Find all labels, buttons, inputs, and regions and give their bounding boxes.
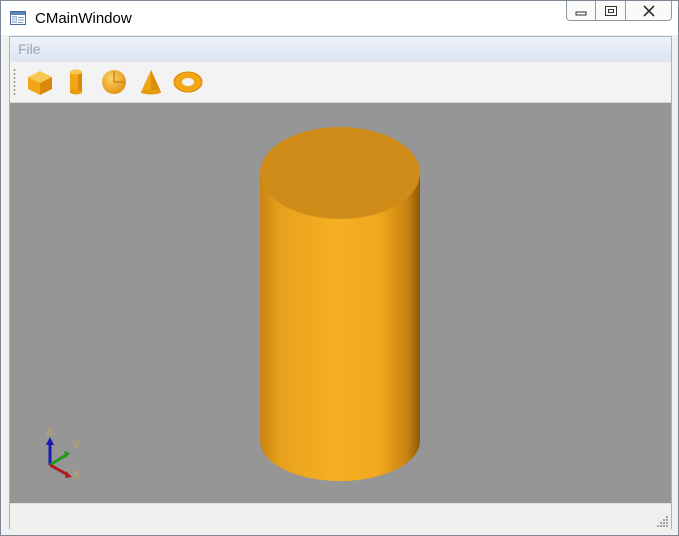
app-icon — [10, 11, 26, 25]
cylinder-button[interactable] — [60, 66, 92, 98]
title-bar[interactable]: CMainWindow — [1, 1, 678, 35]
restore-icon — [604, 5, 617, 16]
sphere-button[interactable] — [98, 66, 130, 98]
box-icon — [28, 71, 52, 95]
close-button[interactable] — [626, 1, 672, 21]
maximize-button[interactable] — [596, 1, 626, 21]
sphere-icon — [102, 70, 126, 94]
torus-button[interactable] — [172, 66, 204, 98]
minimize-icon — [575, 11, 587, 15]
menu-file[interactable]: File — [18, 41, 41, 57]
axis-label-z: Z — [46, 427, 52, 438]
toolbar — [10, 62, 671, 103]
menu-bar: File — [10, 37, 671, 62]
status-bar — [10, 503, 671, 529]
torus-icon — [173, 71, 203, 93]
axis-triad: Z Y X — [46, 427, 80, 481]
cone-icon — [141, 70, 161, 95]
box-button[interactable] — [24, 66, 56, 98]
minimize-button[interactable] — [566, 1, 596, 21]
axis-label-x: X — [73, 470, 80, 481]
client-area: File Z Y X — [9, 36, 672, 529]
close-icon — [642, 4, 655, 17]
window-title: CMainWindow — [35, 10, 132, 27]
size-grip-icon[interactable] — [657, 515, 669, 527]
3d-viewport[interactable]: Z Y X — [10, 103, 671, 503]
cylinder-icon — [70, 69, 82, 95]
cone-button[interactable] — [135, 66, 167, 98]
toolbar-grip[interactable] — [13, 68, 16, 96]
viewport-scene: Z Y X — [46, 127, 420, 481]
caption-buttons — [566, 1, 672, 23]
main-window: CMainWindow File Z Y X — [0, 0, 679, 536]
cylinder-shape[interactable] — [260, 127, 420, 481]
axis-label-y: Y — [73, 440, 80, 451]
